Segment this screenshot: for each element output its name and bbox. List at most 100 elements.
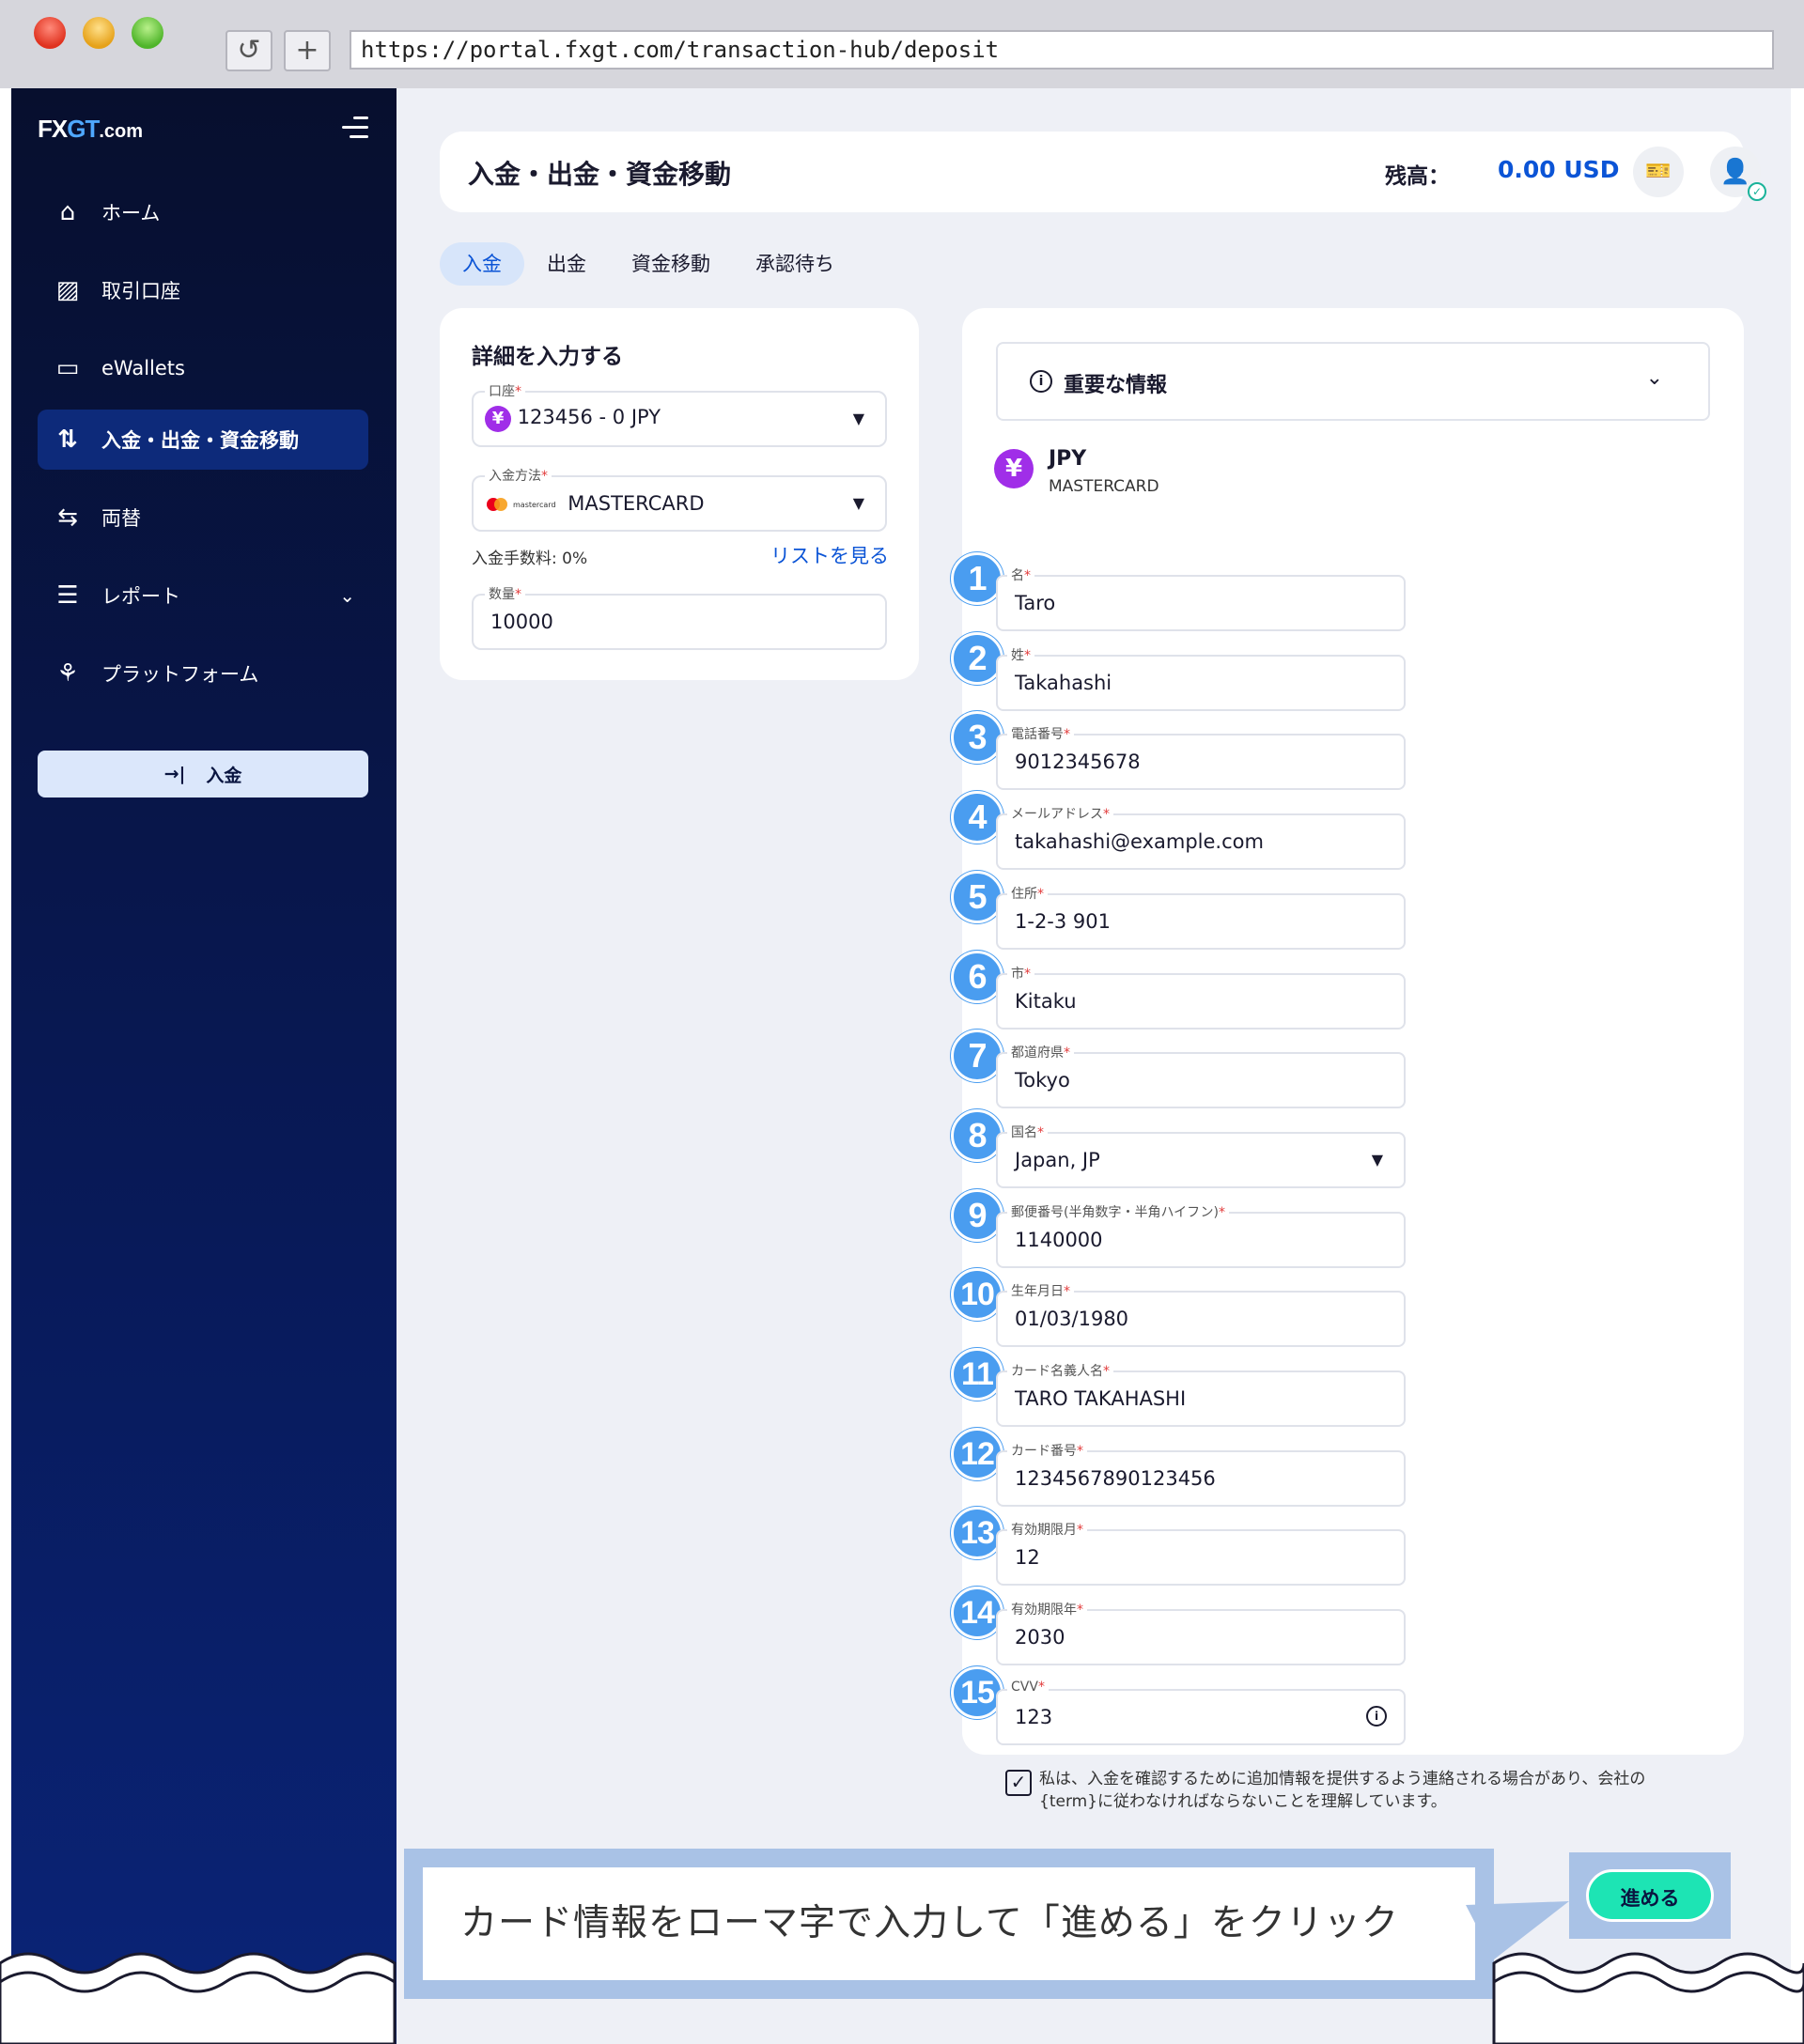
tab-deposit[interactable]: 入金 — [440, 242, 524, 286]
currency-code: JPY — [1049, 447, 1087, 471]
required-mark: * — [1037, 1680, 1045, 1695]
maximize-window-button[interactable] — [132, 17, 163, 49]
required-mark: * — [1077, 1444, 1083, 1459]
sidebar-item-reports[interactable]: ☰ レポート ⌄ — [38, 565, 368, 626]
account-label-text: 口座 — [489, 384, 515, 399]
sidebar-item-transactions[interactable]: ⇅ 入金・出金・資金移動 — [38, 410, 368, 470]
caret-down-icon: ▼ — [852, 410, 864, 427]
sidebar-item-exchange[interactable]: ⇆ 両替 — [38, 488, 368, 548]
details-card: 詳細を入力する 口座* ¥ 123456 - 0 JPY ▼ 入金方法* mas… — [440, 308, 919, 680]
field-label-text: 電話番号 — [1011, 727, 1064, 742]
form-field-12[interactable]: カード番号* 1234567890123456 — [996, 1441, 1406, 1507]
form-field-14[interactable]: 有効期限年* 2030 — [996, 1600, 1406, 1665]
field-label-text: メールアドレス — [1011, 807, 1103, 822]
field-value: Tokyo — [1015, 1069, 1070, 1092]
tab-pending[interactable]: 承認待ち — [733, 242, 857, 286]
info-icon: i — [1030, 370, 1052, 393]
account-value-text: 123456 - 0 JPY — [517, 406, 661, 428]
required-mark: * — [1037, 887, 1044, 902]
field-label-text: 生年月日 — [1011, 1284, 1064, 1299]
report-list-icon: ☰ — [56, 581, 79, 610]
form-field-13[interactable]: 有効期限月* 12 — [996, 1520, 1406, 1586]
field-label: 郵便番号(半角数字・半角ハイフン)* — [1007, 1202, 1229, 1221]
form-field-8[interactable]: 国名* Japan, JP ▼ — [996, 1123, 1406, 1188]
field-value: 1234567890123456 — [1015, 1467, 1216, 1490]
required-mark: * — [1103, 807, 1110, 822]
field-label: 姓* — [1007, 645, 1034, 664]
minimize-window-button[interactable] — [83, 17, 115, 49]
required-mark: * — [515, 587, 521, 602]
required-mark: * — [1064, 727, 1070, 742]
menu-toggle-icon[interactable] — [342, 116, 368, 145]
url-bar[interactable]: https://portal.fxgt.com/transaction-hub/… — [350, 30, 1774, 70]
transaction-tabs: 入金 出金 資金移動 承認待ち — [440, 242, 857, 286]
field-label-text: 郵便番号(半角数字・半角ハイフン) — [1011, 1205, 1219, 1220]
sidebar-item-home[interactable]: ⌂ ホーム — [38, 182, 368, 242]
tab-withdraw[interactable]: 出金 — [524, 242, 609, 286]
tab-transfer[interactable]: 資金移動 — [609, 242, 733, 286]
mastercard-wordmark: mastercard — [513, 500, 556, 509]
form-field-7[interactable]: 都道府県* Tokyo — [996, 1043, 1406, 1108]
sidebar-item-ewallets[interactable]: ▭ eWallets — [38, 338, 368, 398]
account-select[interactable]: 口座* ¥ 123456 - 0 JPY ▼ — [472, 381, 887, 447]
form-field-5[interactable]: 住所* 1-2-3 901 — [996, 884, 1406, 950]
field-value: Taro — [1015, 592, 1056, 614]
form-field-15[interactable]: CVV* 123 i — [996, 1680, 1406, 1745]
field-label: 住所* — [1007, 884, 1048, 903]
field-label-text: 住所 — [1011, 887, 1037, 902]
consent-text: 私は、入金を確認するために追加情報を提供するよう連絡される場合があり、会社の{t… — [1039, 1770, 1646, 1811]
field-label: 市* — [1007, 964, 1034, 983]
page-title: 入金・出金・資金移動 — [468, 159, 732, 190]
chevron-down-icon[interactable]: ⌄ — [339, 584, 355, 607]
consent-checkbox[interactable]: ✓ — [1005, 1770, 1032, 1796]
field-value: 1-2-3 901 — [1015, 910, 1111, 933]
home-icon: ⌂ — [59, 198, 76, 226]
required-mark: * — [1218, 1205, 1225, 1220]
form-field-2[interactable]: 姓* Takahashi — [996, 645, 1406, 711]
field-value: 9012345678 — [1015, 751, 1141, 773]
field-label: メールアドレス* — [1007, 804, 1113, 823]
important-info-title: 重要な情報 — [1064, 374, 1168, 397]
field-label: カード名義人名* — [1007, 1361, 1113, 1380]
form-field-11[interactable]: カード名義人名* TARO TAKAHASHI — [996, 1361, 1406, 1427]
field-value: Japan, JP — [1015, 1149, 1100, 1171]
close-window-button[interactable] — [34, 17, 66, 49]
form-field-10[interactable]: 生年月日* 01/03/1980 — [996, 1281, 1406, 1347]
field-label-text: カード番号 — [1011, 1444, 1077, 1459]
important-info-accordion[interactable]: i 重要な情報 ⌄ — [996, 342, 1710, 421]
form-field-9[interactable]: 郵便番号(半角数字・半角ハイフン)* 1140000 — [996, 1202, 1406, 1268]
field-value: TARO TAKAHASHI — [1015, 1387, 1187, 1410]
sidebar-item-label: ホーム — [101, 202, 161, 225]
reload-icon[interactable]: ↺ — [226, 30, 272, 71]
view-list-link[interactable]: リストを見る — [770, 541, 889, 569]
field-label-text: 名 — [1011, 568, 1024, 583]
form-field-1[interactable]: 名* Taro — [996, 565, 1406, 631]
cvv-info-icon[interactable]: i — [1366, 1706, 1387, 1727]
form-field-4[interactable]: メールアドレス* takahashi@example.com — [996, 804, 1406, 870]
proceed-button[interactable]: 進める — [1586, 1869, 1714, 1922]
avatar[interactable]: 👤 ✓ — [1710, 147, 1766, 201]
field-label: 有効期限月* — [1007, 1520, 1087, 1539]
sidebar-deposit-button[interactable]: →| 入金 — [38, 751, 368, 797]
field-value: 2030 — [1015, 1626, 1065, 1649]
required-mark: * — [515, 384, 521, 399]
sidebar-item-platforms[interactable]: ⚘ プラットフォーム — [38, 643, 368, 704]
balance-label: 残高： — [1385, 164, 1450, 189]
fxgt-logo[interactable]: FXGT.com — [38, 115, 143, 144]
field-label-text: 市 — [1011, 967, 1024, 982]
required-mark: * — [1077, 1603, 1083, 1618]
field-value: Takahashi — [1015, 672, 1112, 694]
required-mark: * — [1103, 1364, 1110, 1379]
chevron-down-icon[interactable]: ⌄ — [1646, 366, 1663, 390]
form-field-6[interactable]: 市* Kitaku — [996, 964, 1406, 1030]
ticket-icon[interactable]: 🎫 — [1633, 147, 1684, 197]
payment-method-select[interactable]: 入金方法* mastercard MASTERCARD ▼ — [472, 466, 887, 532]
amount-input[interactable]: 数量* 10000 — [472, 584, 887, 650]
logo-fx: FX — [38, 115, 68, 143]
account-value: ¥ 123456 - 0 JPY — [485, 406, 661, 432]
field-label: 電話番号* — [1007, 724, 1074, 743]
field-value: 123 — [1015, 1706, 1053, 1728]
new-tab-icon[interactable]: + — [284, 30, 331, 71]
form-field-3[interactable]: 電話番号* 9012345678 — [996, 724, 1406, 790]
sidebar-item-trading-accounts[interactable]: ▨ 取引口座 — [38, 260, 368, 320]
